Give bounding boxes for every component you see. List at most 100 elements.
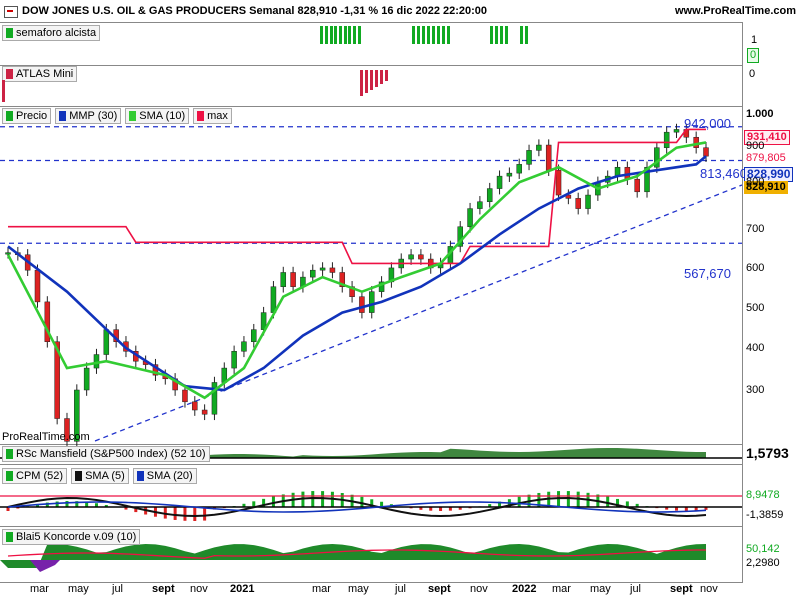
semaforo-bar [334,26,337,44]
x-tick-0: mar [30,583,49,595]
candle-body [201,409,208,415]
candle-body [5,252,11,255]
cpm-bar [203,507,207,521]
semaforo-bar [339,26,342,44]
ytick-400: 400 [746,342,765,354]
cpm-bar [55,501,59,507]
atlas-bar [360,70,363,96]
candle-body [290,272,296,287]
x-tick-6: mar [312,583,331,595]
candle-body [368,291,375,313]
legend-sma[interactable]: SMA (10) [125,108,190,124]
atlas-bar [375,70,378,87]
rsc-label[interactable]: RSc Mansfield (S&P500 Index) (52 10) [2,446,210,462]
atlas-bar [365,70,368,93]
cpm-legend: CPM (52) SMA (5) SMA (20) [2,468,197,484]
semaforo-bar [353,26,356,44]
semaforo-bar [500,26,503,44]
legend-mmp[interactable]: MMP (30) [55,108,122,124]
x-tick-3: sept [152,583,175,595]
semaforo-bar [330,26,333,44]
ytick-1000: 1.000 [746,108,774,120]
mmp-line [7,155,707,392]
candle-body [310,269,316,278]
legend-precio[interactable]: Precio [2,108,52,124]
x-tick-8: jul [395,583,407,595]
cpm-bar [183,507,187,521]
cpm-legend-sma20[interactable]: SMA (20) [132,468,197,484]
semaforo-bar [427,26,430,44]
x-tick-9: sept [428,583,451,595]
candle-body [634,178,640,193]
atlas-bar [385,70,388,81]
candle-body [555,169,562,196]
blai-value-b: 2,2980 [746,557,780,569]
candle-body [545,144,552,171]
level-942: 942,000 [684,116,731,131]
semaforo-bar [490,26,493,44]
badge-sma: 879,805 [746,152,786,164]
candle-body [211,382,218,415]
x-tick-10: nov [470,583,488,595]
candle-body [231,351,237,369]
candle-body [536,144,542,151]
cpm-bar [360,496,364,507]
candle-body [467,208,473,227]
atlas-bar [380,70,383,84]
ytick-300: 300 [746,384,765,396]
legend-max[interactable]: max [193,108,232,124]
semaforo-bar [442,26,445,44]
candle-body [103,329,110,355]
cpm-bar [193,507,197,521]
semaforo-bar [520,26,523,44]
candle-body [241,341,247,352]
x-tick-4: nov [190,583,208,595]
rsc-legend: RSc Mansfield (S&P500 Index) (52 10) [2,446,210,462]
candle-body [319,267,326,271]
semaforo-bar [320,26,323,44]
candle-body [182,389,188,403]
semaforo-bar [344,26,347,44]
ytick-700: 700 [746,223,765,235]
semaforo-bar [437,26,440,44]
watermark: ProRealTime.com [2,431,90,443]
candle-body [703,147,709,157]
semaforo-bar [358,26,361,44]
candle-body [516,164,522,174]
cpm-legend-sma5[interactable]: SMA (5) [71,468,129,484]
rsc-value: 1,5793 [746,445,789,461]
ytick-900: 900 [746,140,765,152]
blai-label[interactable]: Blai5 Koncorde v.09 (10) [2,529,141,545]
candle-body [251,329,257,342]
candle-body [329,267,336,273]
candle-body [663,131,670,148]
candle-body [83,367,90,391]
x-tick-2: jul [112,583,124,595]
candle-body [496,175,503,189]
candle-body [192,401,198,411]
x-tick-7: may [348,583,369,595]
cpm-value-a: 8,9478 [746,489,780,501]
x-tick-5: 2021 [230,583,255,595]
cpm-value-b: -1,3859 [746,509,784,521]
semaforo-bar [417,26,420,44]
blai-area [0,544,706,568]
candle-body [585,194,591,209]
semaforo-bar [505,26,508,44]
x-tick-14: jul [630,583,642,595]
semaforo-bar [432,26,435,44]
cpm-legend-cpm[interactable]: CPM (52) [2,468,68,484]
candle-body [34,269,41,303]
cpm-bar [517,496,521,507]
semaforo-bar [525,26,528,44]
atlas-bar [2,80,5,102]
ytick-600: 600 [746,262,765,274]
x-tick-15: sept [670,583,693,595]
x-tick-1: may [68,583,89,595]
cpm-bar [606,496,610,507]
candle-body [506,172,513,177]
blai-legend: Blai5 Koncorde v.09 (10) [2,529,141,545]
x-tick-16: nov [700,583,718,595]
atlas-bar [370,70,373,90]
candle-body [477,201,483,209]
